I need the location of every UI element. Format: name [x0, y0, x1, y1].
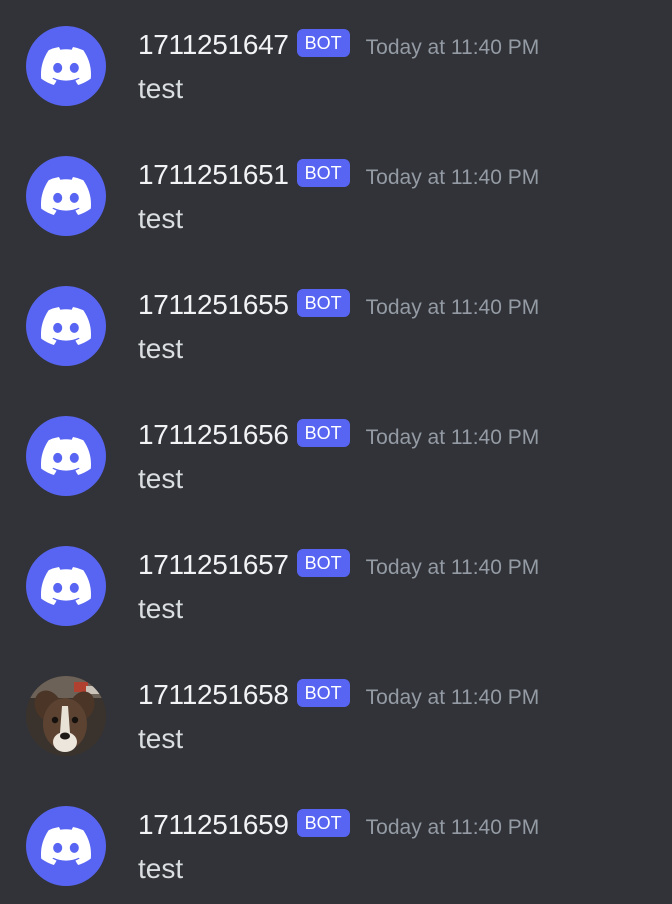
avatar[interactable] — [26, 546, 106, 626]
username[interactable]: 1711251657 — [138, 549, 289, 581]
timestamp[interactable]: Today at 11:40 PM — [366, 166, 540, 190]
bot-tag: BOT — [296, 809, 350, 837]
avatar[interactable] — [26, 416, 106, 496]
message-header: 1711251656 BOT Today at 11:40 PM — [138, 418, 539, 452]
bot-tag: BOT — [296, 159, 350, 187]
message-item: 1711251655 BOT Today at 11:40 PM test — [0, 286, 672, 416]
bot-tag: BOT — [296, 549, 350, 577]
avatar[interactable] — [26, 806, 106, 886]
username[interactable]: 1711251656 — [138, 419, 289, 451]
message-header: 1711251659 BOT Today at 11:40 PM — [138, 808, 539, 842]
message-content: test — [138, 853, 184, 884]
discord-logo-icon — [41, 307, 91, 345]
message-content: test — [138, 463, 184, 494]
message-content: test — [138, 333, 184, 364]
message-item: 1711251651 BOT Today at 11:40 PM test — [0, 156, 672, 286]
avatar[interactable] — [26, 676, 106, 756]
discord-logo-icon — [41, 47, 91, 85]
timestamp[interactable]: Today at 11:40 PM — [366, 556, 540, 580]
timestamp[interactable]: Today at 11:40 PM — [366, 36, 540, 60]
message-item: 1711251647 BOT Today at 11:40 PM test — [0, 26, 672, 156]
bot-tag: BOT — [296, 679, 350, 707]
message-item: 1711251658 BOT Today at 11:40 PM test — [0, 676, 672, 806]
message-header: 1711251658 BOT Today at 11:40 PM — [138, 678, 539, 712]
message-content: test — [138, 73, 184, 104]
message-content: test — [138, 593, 184, 624]
bot-tag: BOT — [296, 29, 350, 57]
message-content: test — [138, 723, 184, 754]
username[interactable]: 1711251647 — [138, 29, 289, 61]
bot-tag: BOT — [296, 419, 350, 447]
discord-logo-icon — [41, 827, 91, 865]
discord-logo-icon — [41, 177, 91, 215]
discord-logo-icon — [41, 437, 91, 475]
timestamp[interactable]: Today at 11:40 PM — [366, 816, 540, 840]
discord-logo-icon — [41, 567, 91, 605]
message-content: test — [138, 203, 184, 234]
message-header: 1711251657 BOT Today at 11:40 PM — [138, 548, 539, 582]
timestamp[interactable]: Today at 11:40 PM — [366, 426, 540, 450]
message-header: 1711251647 BOT Today at 11:40 PM — [138, 28, 539, 62]
message-item: 1711251657 BOT Today at 11:40 PM test — [0, 546, 672, 676]
username[interactable]: 1711251651 — [138, 159, 289, 191]
dog-photo — [26, 676, 106, 756]
message-item: 1711251659 BOT Today at 11:40 PM test — [0, 806, 672, 904]
avatar[interactable] — [26, 26, 106, 106]
message-header: 1711251655 BOT Today at 11:40 PM — [138, 288, 539, 322]
timestamp[interactable]: Today at 11:40 PM — [366, 296, 540, 320]
username[interactable]: 1711251658 — [138, 679, 289, 711]
avatar[interactable] — [26, 156, 106, 236]
message-header: 1711251651 BOT Today at 11:40 PM — [138, 158, 539, 192]
message-list: 1711251647 BOT Today at 11:40 PM test 17… — [0, 0, 672, 904]
username[interactable]: 1711251655 — [138, 289, 289, 321]
timestamp[interactable]: Today at 11:40 PM — [366, 686, 540, 710]
avatar[interactable] — [26, 286, 106, 366]
username[interactable]: 1711251659 — [138, 809, 289, 841]
bot-tag: BOT — [296, 289, 350, 317]
message-item: 1711251656 BOT Today at 11:40 PM test — [0, 416, 672, 546]
